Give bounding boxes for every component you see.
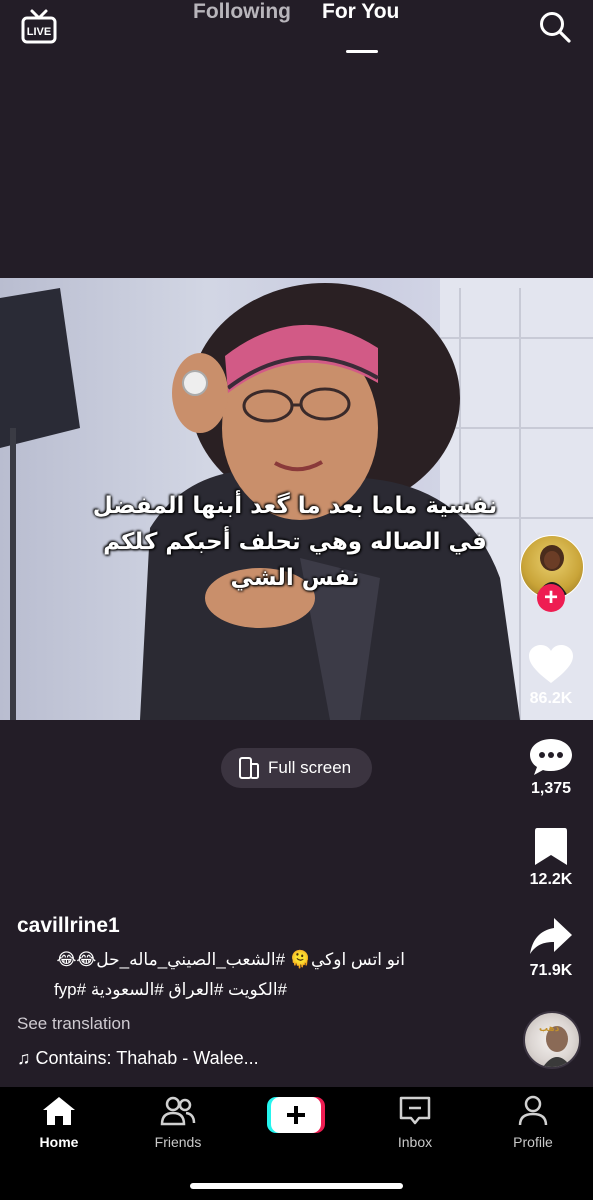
active-tab-indicator bbox=[346, 50, 378, 53]
nav-profile[interactable]: Profile bbox=[488, 1095, 578, 1150]
music-info[interactable]: ♫ Contains: Thahab - Walee... bbox=[17, 1048, 259, 1069]
nav-inbox[interactable]: Inbox bbox=[370, 1095, 460, 1150]
rotate-screen-icon bbox=[239, 757, 259, 779]
create-button[interactable] bbox=[267, 1097, 325, 1133]
full-screen-button[interactable]: Full screen bbox=[221, 748, 372, 788]
shares-count: 71.9K bbox=[529, 962, 573, 979]
inbox-icon bbox=[399, 1096, 431, 1125]
bottom-navigation: Home Friends Inbox Profile bbox=[0, 1087, 593, 1200]
post-caption-line: انو اتس اوكي🫠 #الشعب_الصيني_ماله_حل😂😂 bbox=[56, 950, 405, 969]
likes-count: 86.2K bbox=[529, 690, 573, 707]
live-label: LIVE bbox=[27, 26, 51, 38]
search-icon[interactable] bbox=[538, 10, 572, 44]
full-screen-label: Full screen bbox=[268, 758, 352, 777]
tab-following[interactable]: Following bbox=[193, 0, 291, 24]
bookmark-icon[interactable] bbox=[534, 828, 568, 866]
post-username[interactable]: cavillrine1 bbox=[17, 914, 120, 938]
nav-profile-label: Profile bbox=[513, 1134, 553, 1150]
subtitle-line: نفس الشي bbox=[230, 565, 360, 591]
video-player[interactable]: نفسية ماما بعد ما گعد أبنها المفضل في ال… bbox=[0, 278, 593, 720]
nav-friends-label: Friends bbox=[154, 1134, 202, 1150]
nav-friends[interactable]: Friends bbox=[133, 1095, 223, 1150]
music-cover-image: ذهب bbox=[539, 1024, 571, 1067]
profile-icon bbox=[518, 1095, 548, 1126]
heart-icon[interactable] bbox=[529, 645, 573, 685]
comments-count: 1,375 bbox=[530, 780, 572, 797]
friends-icon bbox=[160, 1096, 196, 1126]
post-hashtags[interactable]: #الكويت #العراق #السعودية #fyp bbox=[17, 980, 287, 1000]
live-icon[interactable]: LIVE bbox=[20, 8, 58, 46]
see-translation-link[interactable]: See translation bbox=[17, 1014, 130, 1034]
svg-text:ذهب: ذهب bbox=[539, 1024, 560, 1034]
subtitle-line: في الصاله وهي تحلف أحبكم كلكم bbox=[103, 529, 487, 555]
music-disc[interactable]: ذهب bbox=[523, 1011, 581, 1069]
video-subtitle: نفسية ماما بعد ما گعد أبنها المفضل في ال… bbox=[90, 488, 500, 596]
home-icon bbox=[43, 1097, 75, 1125]
tab-for-you[interactable]: For You bbox=[322, 0, 399, 24]
nav-inbox-label: Inbox bbox=[397, 1134, 433, 1150]
subtitle-line: نفسية ماما بعد ما گعد أبنها المفضل bbox=[92, 493, 498, 519]
share-icon[interactable] bbox=[530, 918, 572, 956]
comment-icon[interactable] bbox=[529, 737, 573, 777]
follow-button[interactable]: + bbox=[537, 584, 565, 612]
top-bar: LIVE Following For You bbox=[0, 0, 593, 60]
nav-home[interactable]: Home bbox=[14, 1095, 104, 1150]
home-indicator bbox=[190, 1183, 403, 1189]
saves-count: 12.2K bbox=[529, 871, 573, 888]
nav-home-label: Home bbox=[39, 1134, 79, 1150]
